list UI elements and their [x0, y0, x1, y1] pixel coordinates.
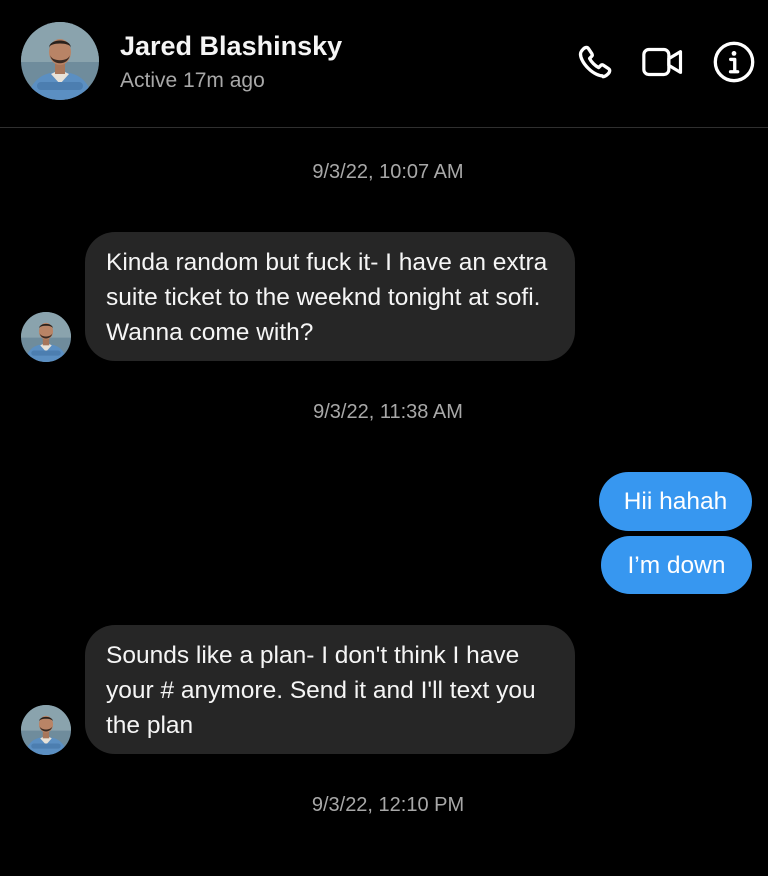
- active-status: Active 17m ago: [120, 69, 265, 92]
- video-camera-icon[interactable]: [641, 40, 685, 84]
- phone-icon[interactable]: [572, 40, 616, 84]
- outgoing-message-bubble[interactable]: I’m down: [601, 536, 752, 594]
- sender-avatar[interactable]: [21, 705, 71, 755]
- message-timestamp: 9/3/22, 12:10 PM: [311, 794, 465, 816]
- conversation-header: Jared Blashinsky Active 17m ago: [0, 0, 768, 128]
- info-icon[interactable]: [712, 40, 756, 84]
- incoming-message-bubble[interactable]: Kinda random but fuck it- I have an extr…: [85, 232, 575, 361]
- contact-avatar[interactable]: [21, 22, 99, 100]
- incoming-message-bubble[interactable]: Sounds like a plan- I don't think I have…: [85, 625, 575, 754]
- message-timestamp: 9/3/22, 10:07 AM: [312, 161, 464, 183]
- message-timestamp: 9/3/22, 11:38 AM: [313, 401, 463, 423]
- dm-thread-view: Jared Blashinsky Active 17m ago 9/3/22, …: [0, 0, 768, 876]
- sender-avatar[interactable]: [21, 312, 71, 362]
- outgoing-message-bubble[interactable]: Hii hahah: [599, 472, 752, 531]
- contact-name[interactable]: Jared Blashinsky: [120, 31, 342, 62]
